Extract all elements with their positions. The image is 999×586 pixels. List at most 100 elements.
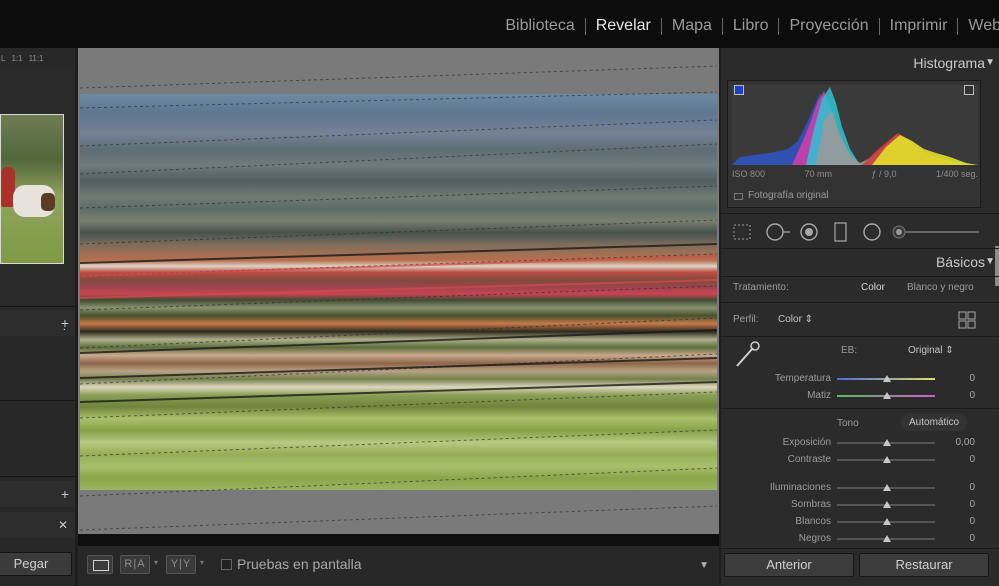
plus-icon[interactable]: +̣: [61, 315, 69, 331]
slider-knob[interactable]: [883, 439, 891, 446]
graduated-filter-icon[interactable]: [833, 222, 849, 242]
tint-label: Matiz: [807, 390, 831, 401]
previous-button[interactable]: Anterior: [724, 553, 854, 577]
toolbar-menu-icon[interactable]: ▼: [699, 560, 709, 571]
highlight-clipping-icon[interactable]: [964, 85, 974, 95]
histogram-graph[interactable]: [732, 85, 978, 165]
dropdown-caret-icon[interactable]: ▾: [154, 558, 158, 567]
blacks-slider[interactable]: [837, 535, 935, 542]
divider: [721, 248, 999, 249]
navigator-thumbnail[interactable]: [0, 114, 64, 264]
close-icon[interactable]: ✕: [58, 518, 68, 532]
collapse-triangle-icon[interactable]: ▼: [985, 57, 995, 68]
module-web[interactable]: Web: [958, 17, 999, 35]
module-revelar[interactable]: Revelar: [586, 17, 661, 35]
highlights-slider[interactable]: [837, 484, 935, 491]
highlights-value[interactable]: 0: [969, 482, 975, 493]
exposure-label: Exposición: [782, 437, 831, 448]
eyedropper-icon[interactable]: [733, 340, 761, 370]
collapse-triangle-icon[interactable]: ▼: [985, 256, 995, 267]
blacks-label: Negros: [798, 533, 831, 544]
module-mapa[interactable]: Mapa: [662, 17, 722, 35]
divider: [721, 336, 999, 337]
panel-scrollbar[interactable]: [995, 246, 999, 286]
before-after-swap-button[interactable]: Y|Y: [166, 555, 196, 574]
divider: [721, 548, 999, 549]
tint-value[interactable]: 0: [969, 390, 975, 401]
dropdown-caret-icon[interactable]: ▾: [200, 558, 204, 567]
whites-label: Blancos: [795, 516, 831, 527]
develop-tool-strip: [725, 218, 987, 246]
canvas-bottom-border: [78, 534, 719, 546]
whites-slider[interactable]: [837, 518, 935, 525]
history-header[interactable]: ✕: [0, 512, 75, 538]
auto-tone-button[interactable]: Automático: [901, 414, 968, 431]
paste-button[interactable]: Pegar: [0, 552, 72, 576]
basics-title: Básicos: [935, 254, 985, 270]
slider-knob[interactable]: [883, 535, 891, 542]
slider-knob[interactable]: [883, 518, 891, 525]
zoom-option[interactable]: L: [1, 54, 5, 68]
radial-filter-icon[interactable]: [861, 222, 883, 242]
image-canvas[interactable]: [78, 48, 719, 534]
wb-select[interactable]: Original ⇕: [908, 345, 954, 356]
collections-header[interactable]: +: [0, 481, 75, 507]
shadow-clipping-icon[interactable]: [734, 85, 744, 95]
center-toolbar: R|A ▾ Y|Y ▾ Pruebas en pantalla ▼: [78, 546, 719, 586]
crop-icon[interactable]: [731, 222, 753, 242]
loupe-view-icon[interactable]: [87, 555, 113, 574]
contrast-value[interactable]: 0: [969, 454, 975, 465]
presets-header[interactable]: +̣: [0, 310, 75, 336]
histogram-curves: [732, 87, 978, 165]
zoom-option[interactable]: 1:1: [11, 54, 22, 68]
left-panel: L 1:1 11:1 +̣ + ✕: [0, 48, 75, 586]
slider-knob[interactable]: [883, 501, 891, 508]
exposure-value[interactable]: 0,00: [956, 437, 975, 448]
slider-knob[interactable]: [883, 484, 891, 491]
before-after-left-right-button[interactable]: R|A: [120, 555, 150, 574]
module-biblioteca[interactable]: Biblioteca: [495, 17, 584, 35]
temperature-slider[interactable]: [837, 375, 935, 382]
shadows-label: Sombras: [790, 499, 831, 510]
divider: [0, 476, 75, 477]
original-photo-checkbox[interactable]: [734, 193, 743, 200]
zoom-option[interactable]: 11:1: [29, 54, 44, 68]
treatment-bw-option[interactable]: Blanco y negro: [907, 282, 974, 293]
temperature-value[interactable]: 0: [969, 373, 975, 384]
contrast-label: Contraste: [787, 454, 831, 465]
shadows-value[interactable]: 0: [969, 499, 975, 510]
module-libro[interactable]: Libro: [723, 17, 779, 35]
thumbnail-llama-head: [41, 193, 55, 211]
shutter-value: 1/400 seg.: [935, 169, 978, 179]
wb-label: EB:: [841, 345, 858, 356]
navigator-preview[interactable]: [0, 68, 73, 306]
histogram: ISO 800 70 mm ƒ / 9,0 1/400 seg. Fotogra…: [727, 80, 981, 208]
shadows-slider[interactable]: [837, 501, 935, 508]
soft-proofing-label: Pruebas en pantalla: [237, 556, 362, 572]
module-proyeccion[interactable]: Proyección: [779, 17, 878, 35]
brush-icon[interactable]: [891, 222, 981, 242]
contrast-slider[interactable]: [837, 456, 935, 463]
exposure-slider[interactable]: [837, 439, 935, 446]
spot-removal-icon[interactable]: [765, 222, 791, 242]
whites-value[interactable]: 0: [969, 516, 975, 527]
divider: [721, 302, 999, 303]
red-eye-icon[interactable]: [798, 222, 820, 242]
profile-label: Perfil:: [733, 314, 759, 325]
module-imprimir[interactable]: Imprimir: [880, 17, 958, 35]
slider-knob[interactable]: [883, 392, 891, 399]
treatment-color-option[interactable]: Color: [861, 282, 885, 293]
focal-length-value: 70 mm: [804, 169, 832, 179]
blacks-value[interactable]: 0: [969, 533, 975, 544]
slider-knob[interactable]: [883, 456, 891, 463]
divider: [721, 213, 999, 214]
exif-info: ISO 800 70 mm ƒ / 9,0 1/400 seg.: [732, 169, 978, 179]
slider-knob[interactable]: [883, 375, 891, 382]
grid-icon[interactable]: [958, 311, 976, 329]
profile-select[interactable]: Color ⇕: [778, 314, 813, 325]
highlights-label: Iluminaciones: [769, 482, 831, 493]
plus-icon[interactable]: +: [61, 486, 69, 502]
tint-slider[interactable]: [837, 392, 935, 399]
soft-proofing-checkbox[interactable]: [221, 559, 232, 570]
reset-button[interactable]: Restaurar: [859, 553, 989, 577]
